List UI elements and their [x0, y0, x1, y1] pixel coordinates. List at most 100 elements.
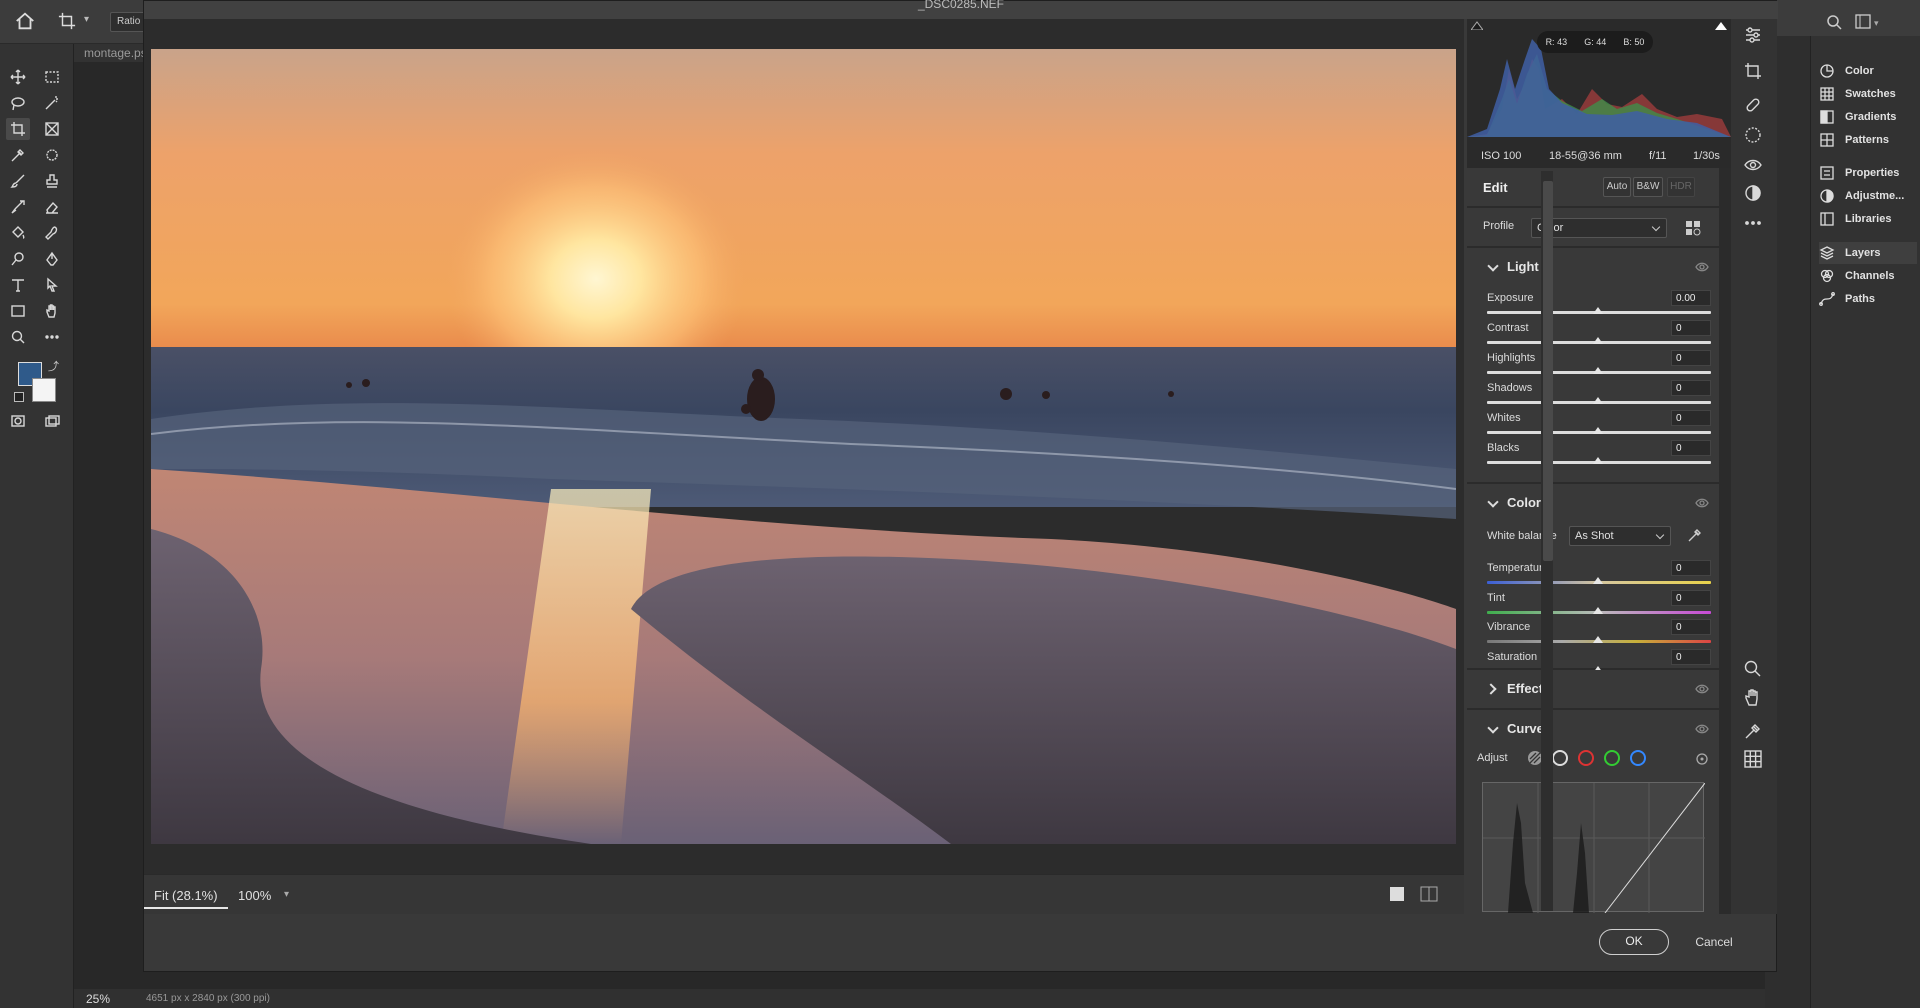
curve-red-channel-icon[interactable]	[1578, 750, 1594, 766]
zoom-icon[interactable]	[1743, 659, 1765, 681]
screen-mode-icon[interactable]	[40, 410, 64, 432]
magic-wand-icon[interactable]	[40, 92, 64, 114]
slider-value-input[interactable]: 0.00	[1671, 290, 1711, 306]
curve-header[interactable]: Curve	[1467, 710, 1719, 748]
color-header[interactable]: Color	[1467, 484, 1719, 522]
eye-icon[interactable]	[1695, 723, 1709, 734]
slider-handle[interactable]	[1593, 606, 1603, 614]
healing-icon[interactable]	[1743, 95, 1765, 117]
slider-handle[interactable]	[1593, 397, 1603, 404]
ok-button[interactable]: OK	[1599, 929, 1669, 955]
smudge-tool-icon[interactable]	[40, 222, 64, 244]
marquee-tool-icon[interactable]	[40, 66, 64, 88]
profile-browser-icon[interactable]	[1685, 220, 1701, 236]
eye-icon[interactable]	[1695, 683, 1709, 694]
type-tool-icon[interactable]	[6, 274, 30, 296]
hand-icon[interactable]	[1743, 687, 1765, 709]
preview-photo[interactable]	[151, 49, 1456, 844]
eyedropper-tool-icon[interactable]	[6, 144, 30, 166]
slider-value-input[interactable]: 0	[1671, 350, 1711, 366]
eye-icon[interactable]	[1695, 261, 1709, 272]
panel-color[interactable]: Color	[1819, 60, 1917, 82]
document-tab[interactable]: montage.ps	[74, 44, 147, 62]
slider-handle[interactable]	[1593, 307, 1603, 314]
slider-tint[interactable]: Tint 0	[1487, 589, 1711, 622]
eraser-tool-icon[interactable]	[40, 196, 64, 218]
bw-button[interactable]: B&W	[1633, 177, 1663, 197]
ratio-dropdown[interactable]: Ratio	[110, 12, 146, 32]
slider-value-input[interactable]: 0	[1671, 380, 1711, 396]
eyedropper-icon[interactable]	[1687, 526, 1703, 544]
panel-adjustme[interactable]: Adjustme...	[1819, 185, 1917, 207]
panel-gradients[interactable]: Gradients	[1819, 106, 1917, 128]
slider-temperature[interactable]: Temperature 0	[1487, 560, 1711, 592]
curve-graph[interactable]	[1482, 782, 1706, 914]
highlight-clipping-icon[interactable]	[1715, 19, 1727, 30]
hdr-button[interactable]: HDR	[1667, 177, 1695, 197]
single-view-icon[interactable]	[1390, 887, 1404, 901]
effects-header[interactable]: Effects	[1467, 670, 1719, 708]
crop-tool-icon[interactable]	[58, 12, 78, 32]
hand-tool-icon[interactable]	[40, 300, 64, 322]
rectangle-tool-icon[interactable]	[6, 300, 30, 322]
crop-tool-icon[interactable]	[6, 118, 30, 140]
frame-tool-icon[interactable]	[40, 118, 64, 140]
lasso-tool-icon[interactable]	[6, 92, 30, 114]
slider-handle[interactable]	[1593, 457, 1603, 464]
white-balance-select[interactable]: As Shot	[1569, 526, 1671, 546]
panel-paths[interactable]: Paths	[1819, 288, 1917, 310]
swap-colors-icon[interactable]: ⤴	[48, 358, 59, 374]
eye-icon[interactable]	[1695, 497, 1709, 508]
slider-value-input[interactable]: 0	[1671, 589, 1711, 606]
panel-swatches[interactable]: Swatches	[1819, 83, 1917, 105]
panel-patterns[interactable]: Patterns	[1819, 129, 1917, 151]
slider-exposure[interactable]: Exposure 0.00	[1487, 290, 1711, 322]
curve-target-icon[interactable]	[1695, 752, 1709, 766]
grid-overlay-icon[interactable]	[1743, 749, 1765, 771]
status-zoom[interactable]: 25%	[86, 992, 110, 1006]
panel-layers[interactable]: Layers	[1819, 242, 1917, 264]
history-brush-icon[interactable]	[6, 196, 30, 218]
slider-value-input[interactable]: 0	[1671, 648, 1711, 665]
shadow-clipping-icon[interactable]	[1470, 19, 1484, 31]
paint-bucket-icon[interactable]	[6, 222, 30, 244]
slider-value-input[interactable]: 0	[1671, 320, 1711, 336]
chevron-down-icon[interactable]: ▾	[84, 14, 94, 28]
crop-rotate-icon[interactable]	[1743, 61, 1765, 83]
slider-vibrance[interactable]: Vibrance 0	[1487, 619, 1711, 651]
compare-view-icon[interactable]	[1420, 885, 1438, 903]
slider-highlights[interactable]: Highlights 0	[1487, 350, 1711, 382]
curve-white-channel-icon[interactable]	[1552, 750, 1568, 766]
color-sampler-icon[interactable]	[1743, 721, 1765, 743]
zoom-dropdown-icon[interactable]: ▾	[284, 889, 289, 900]
slider-value-input[interactable]: 0	[1671, 619, 1711, 635]
zoom-100-button[interactable]: 100%	[228, 883, 281, 909]
red-eye-icon[interactable]	[1743, 155, 1765, 177]
auto-button[interactable]: Auto	[1603, 177, 1631, 197]
slider-blacks[interactable]: Blacks 0	[1487, 440, 1711, 472]
edit-panel-scrollbar[interactable]	[1541, 171, 1553, 911]
preview-canvas[interactable]	[144, 19, 1464, 874]
dodge-tool-icon[interactable]	[6, 248, 30, 270]
curve-green-channel-icon[interactable]	[1604, 750, 1620, 766]
quick-mask-icon[interactable]	[6, 410, 30, 432]
curve-blue-channel-icon[interactable]	[1630, 750, 1646, 766]
slider-handle[interactable]	[1593, 427, 1603, 434]
brush-tool-icon[interactable]	[6, 170, 30, 192]
edit-sliders-icon[interactable]	[1743, 25, 1765, 47]
panel-channels[interactable]: Channels	[1819, 265, 1917, 287]
background-color-swatch[interactable]	[32, 378, 56, 402]
slider-whites[interactable]: Whites 0	[1487, 410, 1711, 442]
home-icon[interactable]	[14, 10, 40, 34]
cancel-button[interactable]: Cancel	[1684, 929, 1744, 955]
spot-healing-icon[interactable]	[40, 144, 64, 166]
more-options-icon[interactable]	[1743, 213, 1765, 235]
slider-handle[interactable]	[1593, 337, 1603, 344]
slider-handle[interactable]	[1593, 577, 1603, 584]
move-tool-icon[interactable]	[6, 66, 30, 88]
default-colors-icon[interactable]	[14, 392, 24, 402]
slider-value-input[interactable]: 0	[1671, 560, 1711, 576]
more-tools-icon[interactable]	[40, 326, 64, 348]
slider-value-input[interactable]: 0	[1671, 410, 1711, 426]
slider-handle[interactable]	[1593, 367, 1603, 374]
